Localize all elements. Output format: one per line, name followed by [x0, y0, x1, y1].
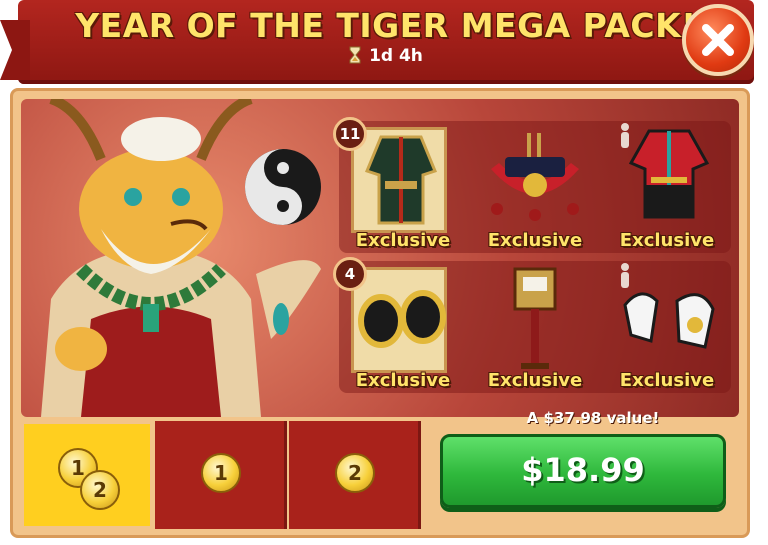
exclusive-label: Exclusive	[355, 370, 451, 391]
timer-text: 1d 4h	[369, 46, 423, 66]
shrine-cart-icon	[491, 133, 579, 221]
item-count-badge: 4	[333, 257, 367, 291]
items-row-2: 4 Exclusive Exclusive Exclusive	[333, 257, 731, 393]
exclusive-label: Exclusive	[355, 230, 451, 251]
coin-icon: 2	[80, 470, 120, 510]
tab-coins-1-2[interactable]: 1 2	[21, 421, 153, 529]
pack-title: YEAR OF THE TIGER MEGA PACK!	[75, 6, 697, 45]
item-shoes[interactable]: 4 Exclusive	[333, 257, 463, 393]
pack-content: 11 Exclusive Exclusive Exclusive 4 Exclu…	[21, 99, 739, 417]
tab-coin-1[interactable]: 1	[155, 421, 287, 529]
robe-armor-icon	[365, 135, 437, 225]
lantern-staff-icon	[513, 267, 557, 369]
exclusive-label: Exclusive	[619, 370, 715, 391]
coin-icon: 2	[335, 453, 375, 493]
coin-icon: 1	[201, 453, 241, 493]
item-tunic[interactable]: Exclusive	[607, 121, 727, 253]
item-count-badge: 11	[333, 117, 367, 151]
close-icon	[702, 24, 734, 56]
value-text: A $37.98 value!	[526, 409, 660, 427]
red-tunic-icon	[629, 129, 709, 219]
pack-panel: 11 Exclusive Exclusive Exclusive 4 Exclu…	[10, 88, 750, 538]
close-button[interactable]	[682, 4, 754, 76]
items-row-1: 11 Exclusive Exclusive Exclusive	[333, 117, 731, 253]
item-gloves[interactable]: Exclusive	[607, 261, 727, 393]
buy-button[interactable]: $18.99	[440, 434, 726, 508]
title-banner: YEAR OF THE TIGER MEGA PACK! 1d 4h	[18, 0, 754, 84]
item-shrine[interactable]: Exclusive	[475, 121, 595, 253]
tab-coin-2[interactable]: 2	[289, 421, 421, 529]
gold-shoes-icon	[358, 290, 446, 348]
exclusive-label: Exclusive	[487, 230, 583, 251]
hourglass-icon	[349, 46, 361, 64]
item-robe[interactable]: 11 Exclusive	[333, 117, 463, 253]
item-lantern[interactable]: Exclusive	[475, 261, 595, 393]
exclusive-label: Exclusive	[487, 370, 583, 391]
exclusive-label: Exclusive	[619, 230, 715, 251]
timer: 1d 4h	[18, 46, 754, 66]
dragon-character-icon	[41, 99, 321, 417]
claw-gloves-icon	[623, 292, 715, 349]
bundle-tabs: 1 2 1 2	[21, 421, 421, 529]
